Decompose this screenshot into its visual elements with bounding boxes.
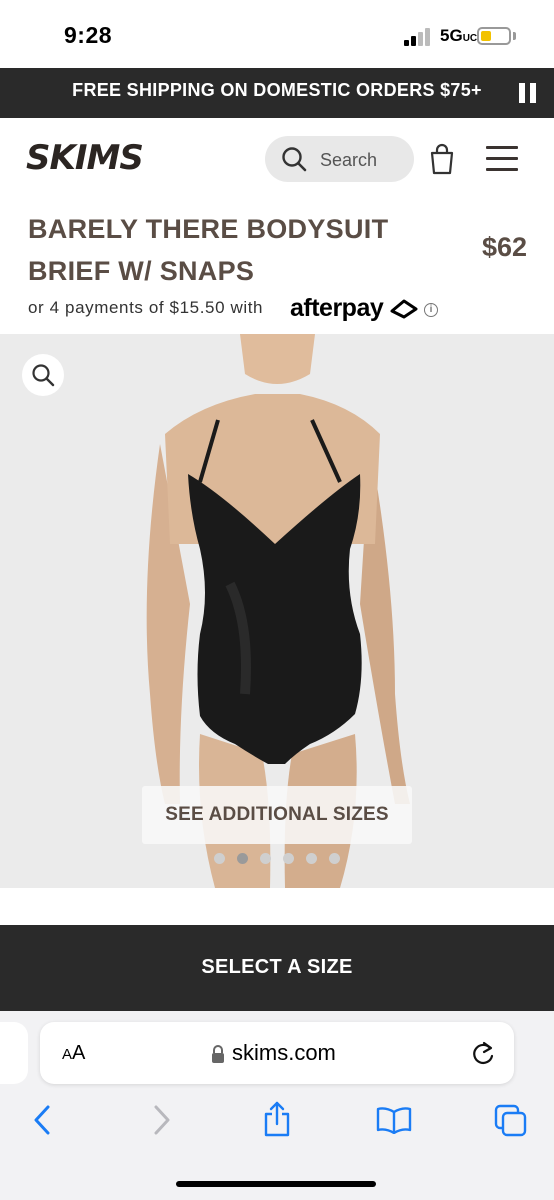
- pagination-dot[interactable]: [329, 853, 340, 864]
- battery-tip: [513, 32, 516, 40]
- pause-icon[interactable]: [519, 83, 537, 103]
- skims-logo[interactable]: SKIMS: [26, 138, 144, 178]
- image-pagination: [214, 853, 344, 865]
- back-icon[interactable]: [32, 1105, 52, 1135]
- page-settings-button[interactable]: AA: [62, 1042, 85, 1065]
- promo-bar: FREE SHIPPING ON DOMESTIC ORDERS $75+: [0, 68, 554, 118]
- promo-text: FREE SHIPPING ON DOMESTIC ORDERS $75+: [72, 80, 482, 100]
- select-size-button[interactable]: SELECT A SIZE: [0, 925, 554, 1011]
- afterpay-text: or 4 payments of $15.50 with: [28, 298, 264, 317]
- forward-icon[interactable]: [152, 1105, 172, 1135]
- previous-tab-preview[interactable]: [0, 1022, 28, 1084]
- status-time: 9:28: [64, 22, 113, 48]
- pagination-dot[interactable]: [260, 853, 271, 864]
- search-button[interactable]: Search: [265, 136, 414, 182]
- see-additional-sizes-button[interactable]: SEE ADDITIONAL SIZES: [142, 786, 412, 844]
- pagination-dot[interactable]: [237, 853, 248, 864]
- tabs-icon[interactable]: [494, 1104, 528, 1138]
- bookmarks-icon[interactable]: [376, 1106, 412, 1134]
- product-title: BARELY THERE BODYSUIT BRIEF W/ SNAPS: [28, 214, 389, 286]
- reload-icon[interactable]: [470, 1040, 496, 1068]
- pagination-dot[interactable]: [283, 853, 294, 864]
- network-label: 5GUC: [440, 26, 478, 45]
- share-icon[interactable]: [262, 1100, 292, 1138]
- product-price: $62: [482, 232, 528, 262]
- search-placeholder: Search: [320, 150, 378, 170]
- menu-icon[interactable]: [486, 146, 518, 172]
- pagination-dot[interactable]: [214, 853, 225, 864]
- afterpay-mark-icon: [390, 299, 418, 319]
- lock-icon: [212, 1045, 224, 1063]
- bag-icon[interactable]: [430, 143, 454, 175]
- info-icon[interactable]: i: [424, 303, 438, 317]
- zoom-button[interactable]: [22, 354, 64, 396]
- zoom-icon: [32, 364, 55, 387]
- home-indicator: [176, 1181, 376, 1187]
- afterpay-logo[interactable]: afterpay: [290, 294, 384, 323]
- search-icon: [282, 147, 307, 172]
- pagination-dot[interactable]: [306, 853, 317, 864]
- url-text[interactable]: skims.com: [232, 1040, 336, 1066]
- battery-icon: [477, 27, 511, 45]
- signal-icon: [404, 28, 432, 46]
